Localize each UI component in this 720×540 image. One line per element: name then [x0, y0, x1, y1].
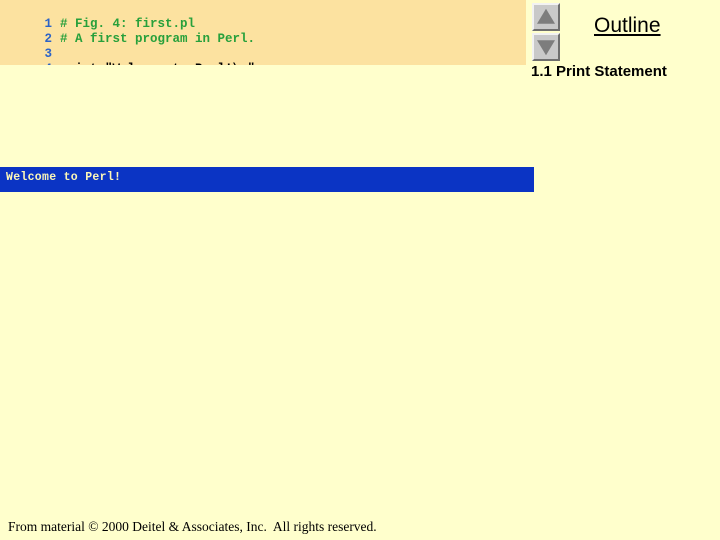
outline-region: Outline 1.1 Print Statement: [526, 0, 720, 540]
program-output-bar: Welcome to Perl!: [0, 167, 534, 192]
code-line-number: 4: [30, 62, 53, 65]
scroll-up-button[interactable]: [532, 3, 560, 31]
code-listing-panel: 1 # Fig. 4: first.pl 2 # A first program i…: [0, 0, 526, 65]
outline-title: Outline: [594, 14, 661, 37]
code-line: 3: [0, 32, 60, 61]
code-line: 4 print "Welcome to Perl!\n";: [0, 47, 263, 65]
triangle-down-icon: [537, 40, 555, 56]
program-output-text: Welcome to Perl!: [6, 171, 122, 184]
code-line-text: print "Welcome to Perl!\n";: [60, 62, 263, 65]
footer-copyright-text: From material © 2000 Deitel & Associates…: [8, 519, 377, 534]
outline-item-print-statement[interactable]: 1.1 Print Statement: [531, 63, 667, 80]
code-line-text: # A first program in Perl.: [60, 32, 256, 46]
scroll-down-button[interactable]: [532, 33, 560, 61]
code-line: 1 # Fig. 4: first.pl: [0, 2, 196, 31]
triangle-up-icon: [537, 8, 555, 24]
code-line: 2 # A first program in Perl.: [0, 17, 256, 46]
